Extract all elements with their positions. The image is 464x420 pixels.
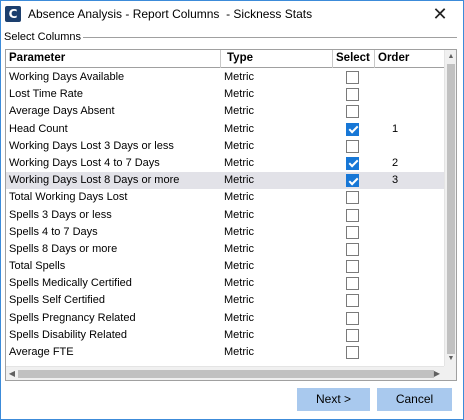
- type-cell: Metric: [224, 328, 254, 341]
- table-row[interactable]: Spells 8 Days or more Metric: [6, 241, 445, 258]
- type-cell: Metric: [224, 156, 254, 169]
- table-row[interactable]: Working Days Lost 3 Days or less Metric: [6, 138, 445, 155]
- type-cell: Metric: [224, 346, 254, 358]
- select-checkbox[interactable]: [346, 105, 359, 119]
- type-cell: Metric: [224, 225, 254, 238]
- header-type[interactable]: Type: [227, 52, 253, 64]
- table-row[interactable]: Working Days Lost 8 Days or more Metric 3: [6, 172, 445, 190]
- scroll-down-arrow-icon[interactable]: ▼: [446, 354, 456, 364]
- type-cell: Metric: [224, 191, 254, 204]
- horizontal-scroll-thumb[interactable]: [18, 370, 434, 378]
- table-row[interactable]: Spells 4 to 7 Days Metric: [6, 224, 445, 241]
- app-logo-icon: C: [5, 6, 21, 22]
- select-checkbox[interactable]: [346, 208, 359, 222]
- parameter-cell: Working Days Available: [9, 71, 125, 83]
- parameter-cell: Spells 8 Days or more: [9, 242, 118, 255]
- parameter-cell: Working Days Lost 8 Days or more: [9, 174, 180, 187]
- parameter-cell: Spells Pregnancy Related: [9, 311, 136, 324]
- close-icon[interactable]: ✕: [429, 5, 451, 25]
- type-cell: Metric: [224, 242, 254, 255]
- type-cell: Metric: [224, 105, 254, 118]
- select-checkbox[interactable]: [346, 328, 359, 342]
- select-checkbox[interactable]: [346, 294, 359, 308]
- header-order[interactable]: Order: [378, 52, 409, 64]
- select-checkbox[interactable]: [346, 71, 359, 84]
- select-checkbox[interactable]: [346, 242, 359, 256]
- table-row[interactable]: Spells Medically Certified Metric: [6, 275, 445, 292]
- parameter-cell: Working Days Lost 3 Days or less: [9, 139, 174, 152]
- vertical-scrollbar[interactable]: ▲ ▼: [444, 50, 456, 366]
- table-row[interactable]: Average Days Absent Metric: [6, 103, 445, 120]
- parameter-cell: Spells Disability Related: [9, 328, 127, 341]
- title-bar: C Absence Analysis - Report Columns - Si…: [1, 1, 463, 29]
- select-columns-label: Select Columns: [4, 31, 84, 43]
- horizontal-scrollbar[interactable]: ◀ ▶: [6, 366, 456, 380]
- select-checkbox[interactable]: [346, 277, 359, 291]
- type-cell: Metric: [224, 139, 254, 152]
- report-columns-dialog: C Absence Analysis - Report Columns - Si…: [0, 0, 464, 420]
- header-select[interactable]: Select: [336, 52, 370, 64]
- table-row[interactable]: Total Spells Metric: [6, 258, 445, 275]
- type-cell: Metric: [224, 122, 254, 135]
- table-row[interactable]: Spells Disability Related Metric: [6, 327, 445, 344]
- parameter-cell: Head Count: [9, 122, 68, 135]
- select-checkbox[interactable]: [346, 156, 359, 170]
- type-cell: Metric: [224, 174, 254, 187]
- parameter-cell: Lost Time Rate: [9, 88, 83, 101]
- table-row[interactable]: Total Working Days Lost Metric: [6, 189, 445, 206]
- table-row[interactable]: Working Days Lost 4 to 7 Days Metric 2: [6, 155, 445, 172]
- table-row[interactable]: Head Count Metric 1: [6, 121, 445, 138]
- select-checkbox[interactable]: [346, 225, 359, 239]
- select-checkbox[interactable]: [346, 174, 359, 188]
- select-checkbox[interactable]: [346, 122, 359, 136]
- table-row[interactable]: Spells Pregnancy Related Metric: [6, 310, 445, 327]
- column-divider[interactable]: [332, 50, 333, 68]
- scrollbar-corner: [444, 366, 456, 380]
- parameter-cell: Spells Self Certified: [9, 294, 105, 307]
- type-cell: Metric: [224, 260, 254, 273]
- vertical-scroll-thumb[interactable]: [447, 64, 455, 354]
- columns-grid: Parameter Type Select Order Working Days…: [5, 49, 457, 381]
- next-button[interactable]: Next >: [297, 388, 370, 411]
- order-cell[interactable]: 1: [392, 123, 398, 135]
- header-parameter[interactable]: Parameter: [9, 52, 65, 64]
- table-row[interactable]: Average FTE Metric: [6, 344, 445, 361]
- column-divider[interactable]: [220, 50, 221, 68]
- scroll-right-arrow-icon[interactable]: ▶: [432, 369, 442, 379]
- grid-body: Working Days Available Metric Lost Time Ra…: [6, 69, 445, 361]
- table-row[interactable]: Spells Self Certified Metric: [6, 292, 445, 309]
- scroll-left-arrow-icon[interactable]: ◀: [7, 369, 17, 379]
- select-checkbox[interactable]: [346, 139, 359, 153]
- select-checkbox[interactable]: [346, 346, 359, 359]
- grid-header: Parameter Type Select Order: [6, 50, 445, 68]
- table-row[interactable]: Working Days Available Metric: [6, 69, 445, 86]
- parameter-cell: Total Spells: [9, 260, 66, 273]
- type-cell: Metric: [224, 88, 254, 101]
- scroll-up-arrow-icon[interactable]: ▲: [446, 52, 456, 62]
- type-cell: Metric: [224, 311, 254, 324]
- order-cell[interactable]: 2: [392, 157, 398, 169]
- type-cell: Metric: [224, 208, 254, 221]
- parameter-cell: Working Days Lost 4 to 7 Days: [9, 156, 160, 169]
- type-cell: Metric: [224, 277, 254, 290]
- parameter-cell: Total Working Days Lost: [9, 191, 128, 204]
- select-checkbox[interactable]: [346, 88, 359, 102]
- select-checkbox[interactable]: [346, 260, 359, 274]
- parameter-cell: Spells Medically Certified: [9, 277, 132, 290]
- window-title: Absence Analysis - Report Columns - Sick…: [28, 7, 313, 21]
- type-cell: Metric: [224, 71, 254, 83]
- type-cell: Metric: [224, 294, 254, 307]
- order-cell[interactable]: 3: [392, 174, 398, 186]
- cancel-button[interactable]: Cancel: [377, 388, 452, 411]
- table-row[interactable]: Spells 3 Days or less Metric: [6, 207, 445, 224]
- select-checkbox[interactable]: [346, 311, 359, 325]
- table-row[interactable]: Lost Time Rate Metric: [6, 86, 445, 103]
- parameter-cell: Average Days Absent: [9, 105, 115, 118]
- parameter-cell: Spells 3 Days or less: [9, 208, 112, 221]
- parameter-cell: Average FTE: [9, 346, 74, 358]
- select-checkbox[interactable]: [346, 191, 359, 205]
- column-divider[interactable]: [374, 50, 375, 68]
- parameter-cell: Spells 4 to 7 Days: [9, 225, 98, 238]
